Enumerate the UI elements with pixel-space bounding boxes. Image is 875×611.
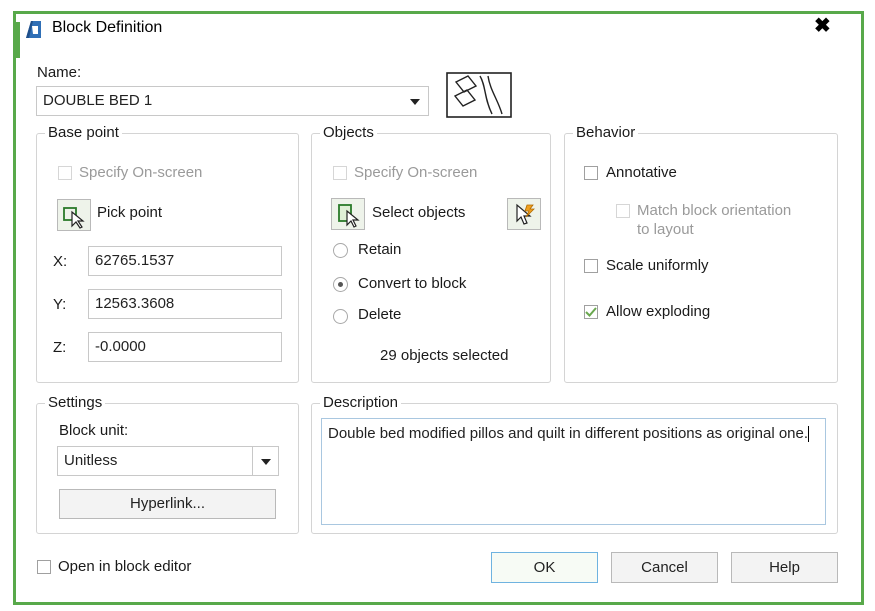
- title-accent-bar: [16, 22, 20, 58]
- y-coordinate-field[interactable]: 12563.3608: [88, 289, 282, 319]
- delete-radio[interactable]: [333, 309, 348, 324]
- annotative-label[interactable]: Annotative: [606, 164, 677, 181]
- z-coordinate-field[interactable]: -0.0000: [88, 332, 282, 362]
- cancel-button[interactable]: Cancel: [611, 552, 718, 583]
- allow-exploding-checkbox[interactable]: [584, 305, 598, 319]
- convert-to-block-radio[interactable]: [333, 277, 348, 292]
- scale-uniformly-label[interactable]: Scale uniformly: [606, 257, 709, 274]
- ok-button[interactable]: OK: [491, 552, 598, 583]
- text-cursor: [808, 426, 810, 443]
- scale-uniformly-checkbox[interactable]: [584, 259, 598, 273]
- chevron-down-icon[interactable]: [402, 87, 428, 115]
- pick-point-icon: [63, 207, 85, 229]
- block-unit-combobox[interactable]: Unitless: [57, 446, 279, 476]
- select-objects-icon: [338, 204, 360, 228]
- base-specify-onscreen-checkbox[interactable]: [58, 166, 72, 180]
- open-in-editor-label[interactable]: Open in block editor: [58, 558, 191, 575]
- allow-exploding-label[interactable]: Allow exploding: [606, 303, 710, 320]
- chevron-down-icon[interactable]: [252, 447, 278, 475]
- objects-selected-count: 29 objects selected: [380, 347, 509, 364]
- autocad-logo-icon: [26, 21, 41, 38]
- quick-select-icon: [516, 203, 535, 225]
- hyperlink-button[interactable]: Hyperlink...: [59, 489, 276, 519]
- annotative-checkbox[interactable]: [584, 166, 598, 180]
- help-button[interactable]: Help: [731, 552, 838, 583]
- block-preview-thumbnail: [446, 72, 512, 118]
- pick-point-label[interactable]: Pick point: [97, 204, 162, 221]
- pick-point-button[interactable]: [57, 199, 91, 231]
- select-objects-label[interactable]: Select objects: [372, 204, 465, 221]
- checkmark-icon: [585, 307, 597, 317]
- block-unit-value: Unitless: [64, 452, 118, 469]
- open-in-editor-checkbox[interactable]: [37, 560, 51, 574]
- base-specify-onscreen-label: Specify On-screen: [79, 164, 203, 181]
- quick-select-button[interactable]: [507, 198, 541, 230]
- dialog-title: Block Definition: [52, 19, 163, 36]
- settings-legend: Settings: [45, 394, 106, 411]
- objects-specify-onscreen-checkbox[interactable]: [333, 166, 347, 180]
- match-orientation-checkbox[interactable]: [616, 204, 630, 218]
- objects-legend: Objects: [320, 124, 377, 141]
- match-orientation-label-line1: Match block orientation: [637, 202, 792, 219]
- retain-label[interactable]: Retain: [358, 241, 401, 258]
- delete-label[interactable]: Delete: [358, 306, 401, 323]
- match-orientation-label-line2: to layout: [637, 221, 694, 238]
- retain-radio[interactable]: [333, 243, 348, 258]
- close-icon[interactable]: ✖: [814, 13, 831, 38]
- description-text: Double bed modified pillos and quilt in …: [328, 425, 809, 442]
- x-coordinate-field[interactable]: 62765.1537: [88, 246, 282, 276]
- behavior-legend: Behavior: [573, 124, 639, 141]
- select-objects-button[interactable]: [331, 198, 365, 230]
- objects-specify-onscreen-label: Specify On-screen: [354, 164, 478, 181]
- description-legend: Description: [320, 394, 402, 411]
- y-label: Y:: [53, 296, 67, 313]
- name-value: DOUBLE BED 1: [43, 92, 153, 109]
- block-unit-label: Block unit:: [59, 422, 129, 439]
- name-combobox[interactable]: DOUBLE BED 1: [36, 86, 429, 116]
- base-point-legend: Base point: [45, 124, 122, 141]
- description-textarea[interactable]: Double bed modified pillos and quilt in …: [321, 418, 826, 525]
- name-label: Name:: [37, 64, 82, 81]
- x-label: X:: [53, 253, 68, 270]
- convert-to-block-label[interactable]: Convert to block: [358, 275, 466, 292]
- z-label: Z:: [53, 339, 67, 356]
